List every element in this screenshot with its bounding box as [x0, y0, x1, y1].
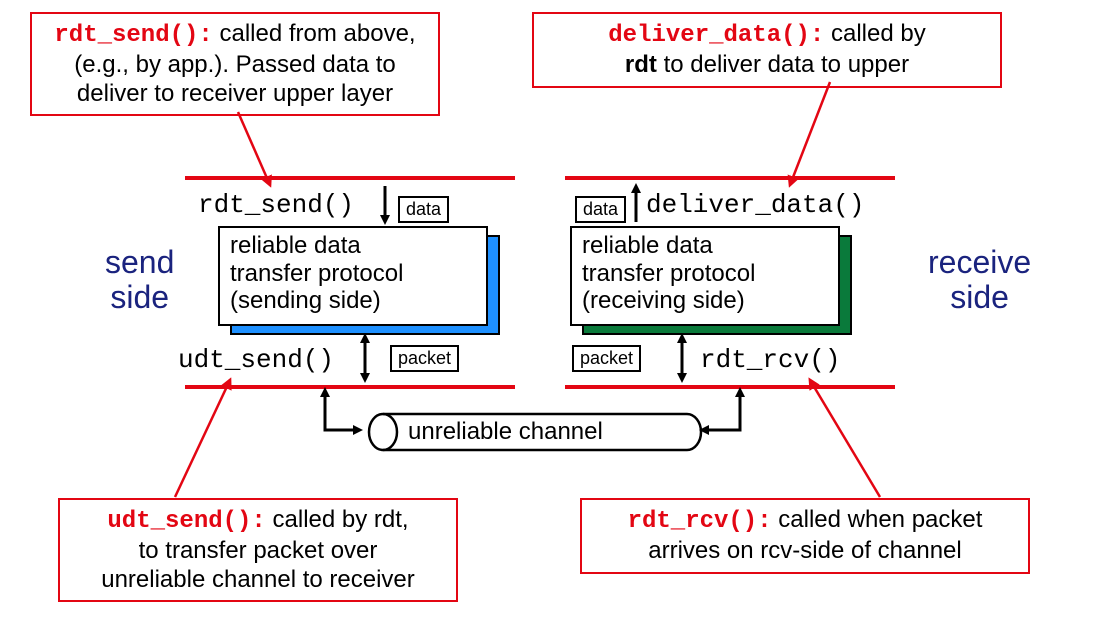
callout-arrow [238, 112, 270, 185]
channel-arrow-left [325, 390, 360, 430]
callout-arrow [810, 380, 880, 497]
channel-arrow-right [702, 390, 740, 430]
callout-arrow [790, 82, 830, 185]
callout-arrow [175, 380, 230, 497]
arrows-layer [0, 0, 1097, 621]
